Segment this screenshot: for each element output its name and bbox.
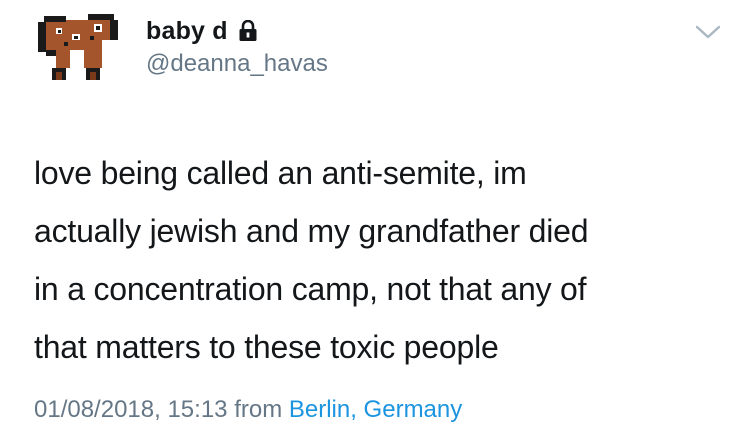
tweet-text-line: in a concentration camp, not that any of: [34, 271, 587, 307]
tweet-meta: 01/08/2018, 15:13 from Berlin, Germany: [34, 396, 462, 424]
tweet-text-line: that matters to these toxic people: [34, 329, 499, 365]
display-name[interactable]: baby d: [146, 17, 228, 46]
tweet-text-line: love being called an anti-semite, im: [34, 155, 527, 191]
user-handle[interactable]: @deanna_havas: [146, 50, 328, 78]
from-label: from: [234, 396, 283, 423]
tweet-text: love being called an anti-semite, im act…: [34, 144, 734, 376]
lock-icon: [239, 20, 257, 41]
tweet-card: baby d @deanna_havas love being called a…: [0, 0, 750, 445]
avatar[interactable]: [34, 12, 124, 84]
tweet-text-line: actually jewish and my grandfather died: [34, 213, 589, 249]
author-name-row: baby d: [146, 16, 258, 46]
tweet-location-link[interactable]: Berlin, Germany: [289, 396, 462, 423]
tweet-timestamp[interactable]: 01/08/2018, 15:13: [34, 396, 228, 423]
chevron-down-icon[interactable]: [694, 22, 722, 42]
